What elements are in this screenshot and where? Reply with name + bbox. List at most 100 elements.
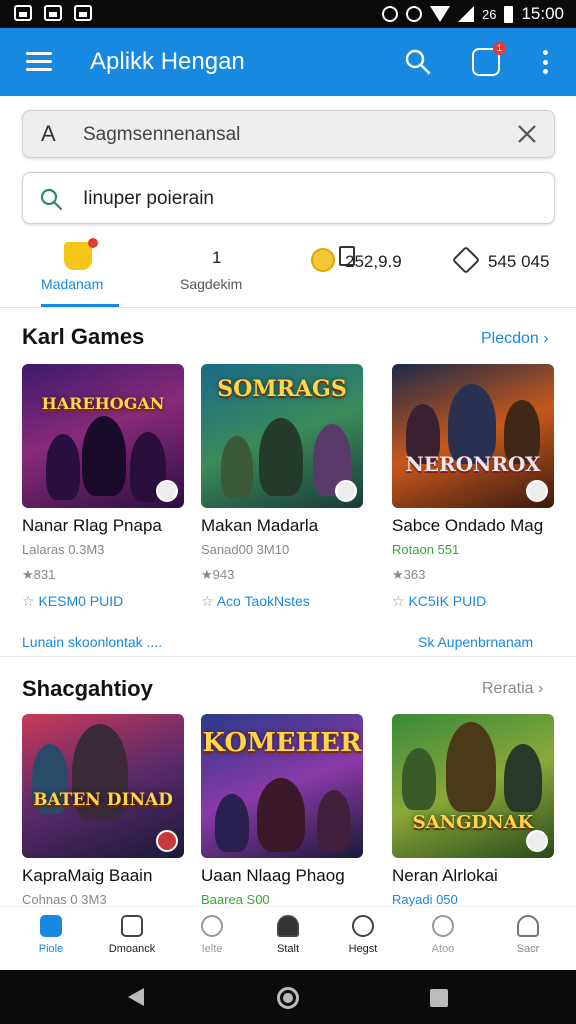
field-lead-letter: A	[41, 121, 56, 146]
avatar	[335, 480, 357, 502]
star-icon: ★	[22, 567, 34, 582]
game-logo: SOMRAGS	[217, 376, 347, 402]
game-meta: Cohnas 0 3M3	[22, 892, 107, 907]
app-icon	[44, 5, 62, 21]
section-divider	[0, 656, 576, 657]
game-card[interactable]: SOMRAGS Makan Madarla Sanad00 3M10 ★943 …	[201, 364, 363, 610]
nav-item-dmoanck[interactable]: Dmoanck	[102, 915, 162, 955]
book-icon	[339, 246, 355, 266]
nav-label: Ielte	[201, 943, 223, 955]
search-input-primary[interactable]: A Sagmsennenansal	[22, 110, 555, 158]
back-icon[interactable]	[128, 988, 144, 1006]
game-title: Neran Alrlokai	[392, 866, 498, 885]
game-card[interactable]: HAREHOGAN Nanar Rlag Pnapa Lalaras 0.3M3…	[22, 364, 184, 610]
rating-value: 943	[212, 567, 235, 582]
game-meta: Lalaras 0.3M3	[22, 542, 105, 557]
signal-icon	[457, 6, 474, 22]
price-value: Aco TaokNstes	[216, 593, 310, 609]
nav-item-ielte[interactable]: Ielte	[182, 915, 242, 955]
notification-badge: 1	[493, 42, 506, 55]
nav-item-sacr[interactable]: Sacr	[498, 915, 558, 955]
menu-icon[interactable]	[26, 52, 52, 72]
tab-label: Madanam	[41, 276, 104, 292]
gallery-icon	[14, 5, 32, 21]
nav-item-hegst[interactable]: Hegst	[333, 915, 393, 955]
heart-icon	[201, 915, 223, 937]
game-title: Nanar Rlag Pnapa	[22, 516, 162, 535]
star-outline-icon: ☆	[22, 593, 35, 609]
notification-icon[interactable]: 1	[472, 42, 506, 76]
coin-icon	[311, 248, 335, 272]
star-icon: ★	[201, 567, 213, 582]
game-thumbnail: HAREHOGAN	[22, 364, 184, 508]
search-icon[interactable]	[404, 48, 432, 76]
section-footer-link-right[interactable]: Sk Aupenbrnanam	[418, 634, 533, 650]
nav-item-profile[interactable]: Piole	[21, 915, 81, 955]
nav-label: Sacr	[516, 943, 540, 955]
wifi-icon	[429, 6, 450, 22]
network-label: 26	[481, 6, 497, 22]
game-meta: Rotaon 551	[392, 542, 460, 557]
rating: ★943	[201, 567, 363, 583]
section-title: Karl Games	[22, 324, 145, 349]
game-card[interactable]: KOMEHER Uaan Nlaag Phaog Baarea S00	[201, 714, 363, 907]
grid-icon	[121, 915, 143, 937]
game-thumbnail: NERONROX	[392, 364, 554, 508]
game-title: Uaan Nlaag Phaog	[201, 866, 345, 885]
search-input-value-2: Iinuper poierain	[83, 188, 214, 209]
rating-value: 363	[403, 567, 426, 582]
star-outline-icon: ☆	[201, 593, 214, 609]
recents-icon[interactable]	[430, 989, 448, 1007]
game-thumbnail: BATEN DINAD	[22, 714, 184, 858]
battery-icon	[504, 5, 514, 23]
game-thumbnail: KOMEHER	[201, 714, 363, 858]
game-logo: SANGDNAK	[412, 812, 534, 833]
status-bar: 26 15:00	[0, 0, 576, 28]
nav-label: Hegst	[348, 943, 378, 955]
game-logo: NERONROX	[405, 452, 541, 476]
home-circle-icon[interactable]	[277, 987, 299, 1009]
section-link[interactable]: Reratia ›	[482, 680, 543, 698]
game-card[interactable]: SANGDNAK Neran Alrlokai Rayadi 050	[392, 714, 554, 907]
price-value: KESM0 PUID	[38, 593, 124, 609]
section-link-label: Plecdon	[481, 330, 539, 347]
section-link[interactable]: Plecdon ›	[481, 330, 549, 348]
tag-icon	[451, 245, 481, 275]
search-input-secondary[interactable]: Iinuper poierain	[22, 172, 555, 224]
tab-sagdekim[interactable]: 1 Sagdekim	[150, 236, 355, 308]
avatar	[156, 480, 178, 502]
nav-item-atoo[interactable]: Atoo	[413, 915, 473, 955]
more-options-icon[interactable]	[542, 50, 548, 74]
price: ☆ Aco TaokNstes	[201, 593, 363, 610]
chat-icon	[352, 915, 374, 937]
game-title: KapraMaig Baain	[22, 866, 153, 885]
game-meta: Baarea S00	[201, 892, 270, 907]
price: ☆ KC5IK PUID	[392, 593, 554, 610]
tag-value: 545 045	[488, 252, 550, 271]
game-meta: Rayadi 050	[392, 892, 458, 907]
home-icon	[40, 915, 62, 937]
close-icon[interactable]	[516, 123, 538, 145]
rating-value: 831	[33, 567, 56, 582]
game-card[interactable]: BATEN DINAD KapraMaig Baain Cohnas 0 3M3	[22, 714, 184, 907]
app-bar: Aplikk Hengan 1	[0, 28, 576, 96]
game-thumbnail: SOMRAGS	[201, 364, 363, 508]
price-value: KC5IK PUID	[408, 593, 487, 609]
tab-icon-value: 1	[212, 248, 222, 267]
nav-item-stalt[interactable]: Stalt	[258, 915, 318, 955]
game-thumbnail: SANGDNAK	[392, 714, 554, 858]
stats-tabs: Madanam 1 Sagdekim 252,9.9 545 045	[0, 236, 576, 308]
tab-madanam[interactable]: Madanam	[0, 236, 150, 308]
profile-icon	[517, 915, 539, 937]
nav-label: Atoo	[431, 943, 455, 955]
search-input-value: Sagmsennenansal	[83, 124, 241, 145]
game-card[interactable]: NERONROX Sabce Ondado Mag Rotaon 551 ★36…	[392, 364, 554, 610]
search-icon	[40, 188, 63, 211]
avatar	[526, 480, 548, 502]
rating: ★831	[22, 567, 184, 583]
tab-label: Sagdekim	[180, 276, 243, 292]
app-title: Aplikk Hengan	[90, 48, 245, 75]
game-logo: HAREHOGAN	[41, 394, 165, 413]
section-footer-link-left[interactable]: Lunain skoonlontak ....	[22, 634, 162, 650]
trophy-icon	[64, 238, 98, 270]
